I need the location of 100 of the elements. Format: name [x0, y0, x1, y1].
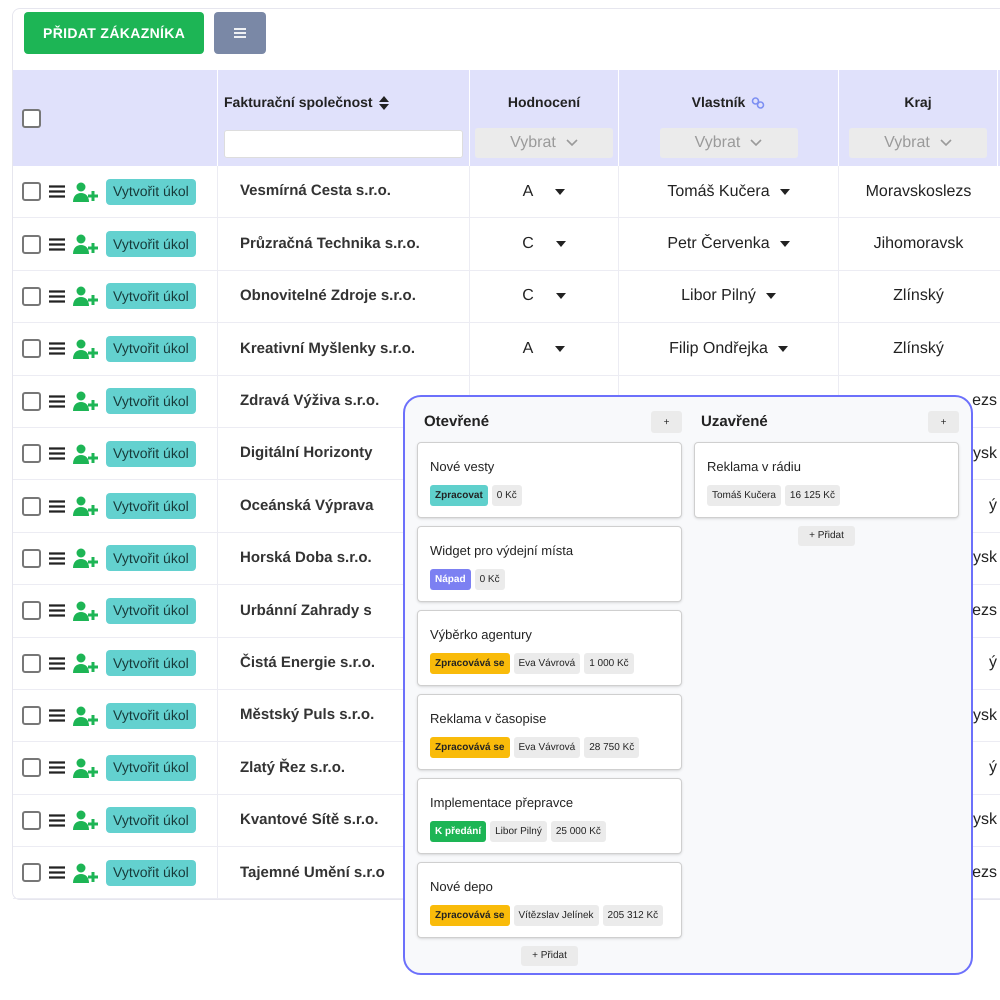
- checkbox[interactable]: [22, 182, 41, 202]
- company-name: Zdravá Výživa s.r.o.: [240, 391, 380, 411]
- checkbox[interactable]: [22, 286, 41, 306]
- add-user-icon[interactable]: [73, 496, 98, 516]
- rating-value: C: [522, 286, 534, 306]
- add-card-button[interactable]: +: [651, 411, 682, 434]
- create-task-button[interactable]: Vytvořit úkol: [106, 807, 196, 834]
- task-card[interactable]: Výběrko agentury Zpracovává se Eva Vávrová 1 000 Kč: [417, 610, 682, 686]
- add-button[interactable]: + Přidat: [798, 526, 855, 546]
- checkbox[interactable]: [22, 706, 41, 726]
- add-user-icon[interactable]: [73, 758, 98, 778]
- menu-icon[interactable]: [49, 447, 65, 460]
- add-user-icon[interactable]: [73, 706, 98, 726]
- create-task-button[interactable]: Vytvořit úkol: [106, 754, 196, 781]
- create-task-button[interactable]: Vytvořit úkol: [106, 545, 196, 572]
- menu-icon[interactable]: [49, 604, 65, 618]
- filter-input[interactable]: [224, 130, 463, 158]
- menu-icon[interactable]: [49, 394, 65, 408]
- checkbox[interactable]: [22, 548, 41, 568]
- region-name: Zlínský: [893, 338, 944, 359]
- task-card[interactable]: Nové depo Zpracovává se Vítězslav Jelínek 205 312 Kč: [417, 862, 682, 938]
- add-user-icon[interactable]: [73, 338, 98, 359]
- column-title: Otevřené: [424, 412, 490, 432]
- checkbox[interactable]: [22, 654, 41, 673]
- create-task-button[interactable]: Vytvořit úkol: [106, 598, 196, 624]
- region-name: ý: [989, 653, 997, 674]
- chevron-icon: [750, 139, 762, 147]
- create-task-button[interactable]: Vytvořit úkol: [106, 178, 196, 205]
- menu-icon[interactable]: [49, 656, 65, 670]
- company-name: Zlatý Řez s.r.o.: [240, 758, 346, 778]
- add-user-icon[interactable]: [73, 234, 98, 254]
- create-task-button[interactable]: Vytvořit úkol: [106, 702, 196, 729]
- checkbox[interactable]: [22, 810, 41, 830]
- menu-icon[interactable]: [49, 185, 65, 198]
- add-card-button[interactable]: +: [928, 411, 959, 434]
- menu-icon[interactable]: [49, 814, 65, 827]
- add-user-icon[interactable]: [73, 391, 98, 412]
- create-task-button[interactable]: Vytvořit úkol: [106, 650, 196, 676]
- checkbox[interactable]: [22, 234, 41, 254]
- company-name: Oceánská Výprava: [240, 496, 374, 516]
- menu-icon[interactable]: [49, 709, 65, 722]
- checkbox[interactable]: [22, 758, 41, 778]
- company-name: Horská Doba s.r.o.: [240, 548, 372, 568]
- menu-button[interactable]: [214, 12, 266, 54]
- task-card[interactable]: Reklama v časopise Zpracovává se Eva Vávrová 28 750 Kč: [417, 694, 682, 770]
- region-name: ysk: [973, 810, 997, 830]
- company-name: Městský Puls s.r.o.: [240, 705, 374, 726]
- sort-icon[interactable]: [378, 96, 389, 110]
- card-title: Widget pro výdejní místa: [430, 542, 574, 560]
- task-card[interactable]: Implementace přepravce K předání Libor Pilný 25 000 Kč: [417, 778, 682, 854]
- card-title: Nové depo: [430, 878, 494, 896]
- create-task-button[interactable]: Vytvořit úkol: [106, 283, 196, 310]
- add-user-icon[interactable]: [73, 810, 98, 830]
- company-name: Digitální Horizonty: [240, 443, 372, 464]
- create-task-button[interactable]: Vytvořit úkol: [106, 231, 196, 258]
- create-task-button[interactable]: Vytvořit úkol: [106, 493, 196, 520]
- create-task-button[interactable]: Vytvořit úkol: [106, 388, 196, 414]
- menu-icon[interactable]: [49, 866, 65, 880]
- checkbox[interactable]: [22, 863, 41, 882]
- region-name: ysk: [973, 706, 997, 726]
- region-name: ý: [989, 758, 997, 778]
- caret-icon: [556, 293, 566, 300]
- task-card[interactable]: Nové vesty Zpracovat 0 Kč: [417, 442, 682, 518]
- add-user-icon[interactable]: [73, 444, 98, 464]
- owner-name: Filip Ondřejka: [669, 338, 768, 359]
- task-card[interactable]: Reklama v rádiu Tomáš Kučera 16 125 Kč: [694, 442, 959, 518]
- create-task-button[interactable]: Vytvořit úkol: [106, 440, 196, 467]
- checkbox[interactable]: [22, 392, 41, 411]
- region-name: Moravskoslezs: [866, 182, 972, 202]
- add-user-icon[interactable]: [73, 653, 98, 674]
- menu-icon[interactable]: [49, 761, 65, 774]
- owner-name: Tomáš Kučera: [667, 182, 770, 202]
- menu-icon[interactable]: [49, 500, 65, 513]
- company-name: Tajemné Umění s.r.o: [240, 862, 385, 883]
- checkbox[interactable]: [22, 108, 41, 128]
- checkbox[interactable]: [22, 496, 41, 516]
- checkbox[interactable]: [22, 339, 41, 358]
- add-button[interactable]: + Přidat: [521, 946, 578, 966]
- checkbox[interactable]: [22, 444, 41, 464]
- checkbox[interactable]: [22, 601, 41, 620]
- status-tag: Zpracovává se: [430, 905, 510, 926]
- caret-icon: [780, 241, 790, 248]
- company-name: Vesmírná Cesta s.r.o.: [240, 181, 391, 202]
- add-user-icon[interactable]: [73, 286, 98, 306]
- info-tag: Libor Pilný: [490, 821, 547, 842]
- add-user-icon[interactable]: [73, 182, 98, 202]
- menu-icon[interactable]: [49, 290, 65, 303]
- column-header: Kraj: [904, 93, 932, 112]
- menu-icon[interactable]: [49, 238, 65, 251]
- add-user-icon[interactable]: [73, 862, 98, 883]
- menu-icon[interactable]: [49, 342, 65, 356]
- add-user-icon[interactable]: [73, 600, 98, 621]
- create-task-button[interactable]: Vytvořit úkol: [106, 860, 196, 886]
- link-icon[interactable]: [751, 96, 766, 108]
- menu-icon[interactable]: [49, 552, 65, 565]
- create-task-button[interactable]: Vytvořit úkol: [106, 336, 196, 362]
- caret-icon: [778, 346, 788, 352]
- region-name: ysk: [973, 548, 997, 568]
- add-user-icon[interactable]: [73, 548, 98, 568]
- task-card[interactable]: Widget pro výdejní místa Nápad 0 Kč: [417, 526, 682, 602]
